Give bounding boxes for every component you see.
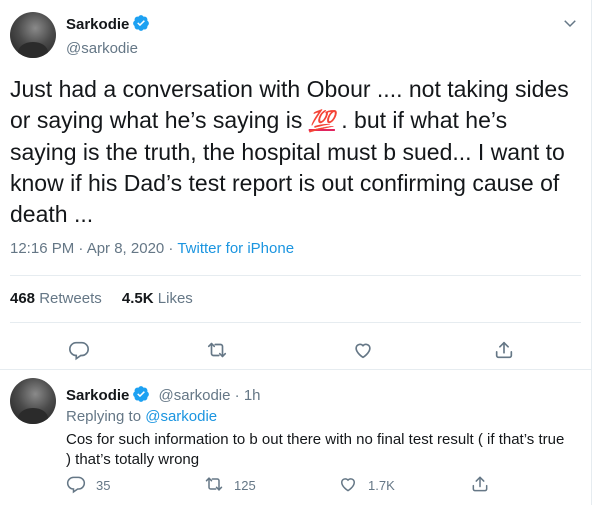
reply-like-button[interactable]: 1.7K: [338, 474, 395, 497]
likes-count: 4.5K: [121, 290, 154, 307]
reply-retweet-button[interactable]: 125: [204, 474, 256, 497]
heart-icon[interactable]: [352, 339, 376, 363]
share-icon: [470, 474, 490, 497]
likes-stat[interactable]: 4.5K Likes: [122, 290, 193, 307]
tweet-timestamp[interactable]: 12:16 PM · Apr 8, 2020 ·: [10, 240, 177, 257]
reply-author-name[interactable]: Sarkodie: [66, 387, 129, 404]
likes-label: Likes: [157, 290, 193, 307]
reply-text: Cos for such information to b out there …: [66, 431, 565, 468]
reply-reply-button[interactable]: 35: [66, 474, 110, 497]
retweets-stat[interactable]: 468 Retweets: [10, 290, 102, 307]
reply-count: 35: [96, 478, 111, 493]
reply-actions: 35 125 1.7K: [66, 474, 566, 498]
divider: [10, 275, 581, 276]
reply-avatar[interactable]: [10, 378, 56, 424]
share-icon[interactable]: [493, 339, 517, 363]
reply-share-button[interactable]: [470, 474, 490, 497]
reply-author-handle[interactable]: @sarkodie: [159, 387, 231, 404]
retweets-count: 468: [10, 290, 36, 307]
tweet-meta: 12:16 PM · Apr 8, 2020 · Twitter for iPh…: [10, 240, 294, 257]
tweet-text: Just had a conversation with Obour .... …: [10, 74, 575, 230]
divider: [0, 369, 591, 370]
retweet-icon[interactable]: [206, 339, 230, 363]
reply-header: Sarkodie @sarkodie · 1h: [66, 385, 261, 407]
replying-to-handle[interactable]: @sarkodie: [145, 408, 217, 425]
tweet-actions: [0, 333, 592, 369]
author-block: Sarkodie @sarkodie: [66, 14, 150, 57]
retweet-icon: [204, 474, 224, 497]
replying-to: Replying to @sarkodie: [66, 408, 217, 425]
like-count: 1.7K: [368, 478, 395, 493]
reply-icon: [66, 474, 86, 497]
divider: [10, 322, 581, 323]
replying-prefix: Replying to: [66, 408, 146, 425]
author-name[interactable]: Sarkodie: [66, 16, 129, 33]
reply-age[interactable]: · 1h: [235, 387, 261, 404]
tweet-source-link[interactable]: Twitter for iPhone: [177, 240, 294, 257]
chevron-down-icon[interactable]: [561, 14, 579, 32]
tweet-thread: Sarkodie @sarkodie Just had a conversati…: [0, 0, 592, 505]
reply-icon[interactable]: [68, 339, 92, 363]
hundred-points-icon: 💯: [308, 110, 335, 133]
heart-icon: [338, 474, 358, 497]
avatar[interactable]: [10, 12, 56, 58]
verified-badge-icon: [132, 385, 150, 407]
author-handle[interactable]: @sarkodie: [66, 40, 150, 57]
verified-badge-icon: [132, 14, 150, 37]
retweet-count: 125: [234, 478, 256, 493]
tweet-stats: 468 Retweets 4.5K Likes: [10, 290, 193, 307]
retweets-label: Retweets: [39, 290, 102, 307]
